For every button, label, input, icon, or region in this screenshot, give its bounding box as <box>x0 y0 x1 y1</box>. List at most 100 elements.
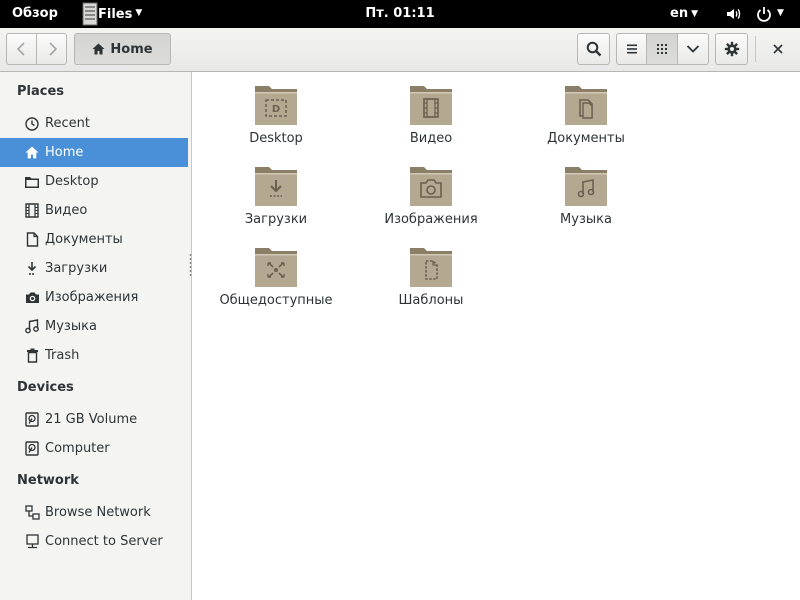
folder-item[interactable]: Видео <box>361 82 501 160</box>
language-indicator[interactable]: en ▼ <box>670 6 698 21</box>
sidebar-item-label: Home <box>45 145 84 160</box>
forward-button[interactable] <box>36 33 67 65</box>
places-heading: Places <box>17 84 65 99</box>
folder-item[interactable]: D Desktop <box>206 82 346 160</box>
sidebar-item-trash[interactable]: Trash <box>0 341 188 370</box>
clock[interactable]: Пт. 01:11 <box>365 6 434 21</box>
activities-button[interactable]: Обзор <box>12 6 58 21</box>
view-grid-icon <box>657 44 667 54</box>
folder-item[interactable]: Документы <box>516 82 656 160</box>
folder-label: Шаблоны <box>398 293 464 308</box>
app-menu-label: Files <box>98 6 133 22</box>
gear-icon <box>724 41 739 57</box>
folder-downloads-icon <box>255 167 297 206</box>
chevron-down-icon <box>686 45 700 53</box>
back-button[interactable] <box>6 33 37 65</box>
clock-icon <box>24 116 40 132</box>
sidebar-item-pictures[interactable]: Изображения <box>0 283 188 312</box>
sidebar-item-label: Browse Network <box>45 505 151 520</box>
folder-label: Музыка <box>560 212 612 227</box>
sidebar-item-label: Computer <box>45 441 110 456</box>
folder-videos-icon <box>410 86 452 125</box>
close-window-button[interactable] <box>762 33 794 65</box>
list-view-button[interactable] <box>616 33 647 65</box>
sidebar-item-label: Trash <box>45 348 80 363</box>
home-icon <box>24 145 40 161</box>
language-label: en <box>670 6 689 21</box>
sidebar-item-label: Музыка <box>45 319 97 334</box>
sidebar-item-label: 21 GB Volume <box>45 412 138 427</box>
sidebar-item-browse-network[interactable]: Browse Network <box>0 498 188 527</box>
volume-icon[interactable] <box>726 6 742 22</box>
top-bar: Обзор Files ▼ Пт. 01:11 en ▼ ▼ <box>0 0 800 28</box>
view-list-icon <box>626 44 637 54</box>
drive-icon <box>24 441 40 457</box>
svg-text:D: D <box>272 104 280 115</box>
folder-desktop-icon: D <box>255 86 297 125</box>
language-caret-icon: ▼ <box>691 9 698 19</box>
folder-public-icon <box>255 248 297 287</box>
sidebar-item-volume[interactable]: 21 GB Volume <box>0 405 188 434</box>
header-separator <box>755 36 756 62</box>
sidebar-item-videos[interactable]: Видео <box>0 196 188 225</box>
sidebar-item-label: Видео <box>45 203 88 218</box>
drive-icon <box>24 412 40 428</box>
sidebar-item-label: Изображения <box>45 290 139 305</box>
folder-icon <box>24 174 40 190</box>
folder-music-icon <box>565 167 607 206</box>
view-options-button[interactable] <box>677 33 709 65</box>
system-menu-caret-icon: ▼ <box>777 8 784 18</box>
path-bar-home-label: Home <box>110 41 153 57</box>
sidebar-item-label: Recent <box>45 116 90 131</box>
path-bar-home-button[interactable]: Home <box>74 33 171 65</box>
folder-item[interactable]: Изображения <box>361 163 501 241</box>
folder-templates-icon <box>410 248 452 287</box>
network-heading: Network <box>17 473 79 488</box>
folder-documents-icon <box>565 86 607 125</box>
folder-pictures-icon <box>410 167 452 206</box>
sidebar-item-music[interactable]: Музыка <box>0 312 188 341</box>
folder-label: Desktop <box>249 131 303 146</box>
folder-label: Общедоступные <box>219 293 333 308</box>
go-previous-icon <box>16 42 25 56</box>
sidebar: Places Recent Home Desktop Видео Докумен… <box>0 72 192 600</box>
sidebar-item-label: Connect to Server <box>45 534 163 549</box>
grid-view-button[interactable] <box>646 33 678 65</box>
sidebar-item-desktop[interactable]: Desktop <box>0 167 188 196</box>
film-icon <box>24 203 40 219</box>
trash-icon <box>24 348 40 364</box>
sidebar-resize-handle[interactable] <box>189 253 192 277</box>
sidebar-item-downloads[interactable]: Загрузки <box>0 254 188 283</box>
app-menu-caret-icon: ▼ <box>135 8 143 18</box>
sidebar-item-connect-to-server[interactable]: Connect to Server <box>0 527 188 556</box>
folder-label: Изображения <box>384 212 478 227</box>
network-icon <box>24 505 40 521</box>
settings-button[interactable] <box>715 33 748 65</box>
home-icon <box>92 43 105 55</box>
power-icon <box>757 7 771 22</box>
sidebar-item-recent[interactable]: Recent <box>0 109 188 138</box>
search-icon <box>586 41 601 57</box>
go-next-icon <box>48 42 57 56</box>
folder-item[interactable]: Музыка <box>516 163 656 241</box>
folder-item[interactable]: Общедоступные <box>206 244 346 322</box>
sidebar-item-home[interactable]: Home <box>0 138 188 167</box>
camera-icon <box>24 290 40 306</box>
folder-item[interactable]: Загрузки <box>206 163 346 241</box>
sidebar-item-computer[interactable]: Computer <box>0 434 188 463</box>
system-menu[interactable]: ▼ <box>756 6 784 22</box>
music-icon <box>24 319 40 335</box>
folder-label: Документы <box>547 131 625 146</box>
file-grid: D Desktop Видео Документы Загрузки Изобр… <box>193 72 800 600</box>
download-icon <box>24 261 40 277</box>
files-app-icon <box>82 2 98 26</box>
sidebar-item-documents[interactable]: Документы <box>0 225 188 254</box>
navigation-buttons <box>6 33 68 65</box>
close-icon <box>773 44 783 54</box>
folder-item[interactable]: Шаблоны <box>361 244 501 322</box>
app-menu[interactable]: Files ▼ <box>82 0 142 28</box>
search-button[interactable] <box>577 33 610 65</box>
devices-heading: Devices <box>17 380 74 395</box>
sidebar-item-label: Загрузки <box>45 261 108 276</box>
header-bar: Home <box>0 28 800 72</box>
